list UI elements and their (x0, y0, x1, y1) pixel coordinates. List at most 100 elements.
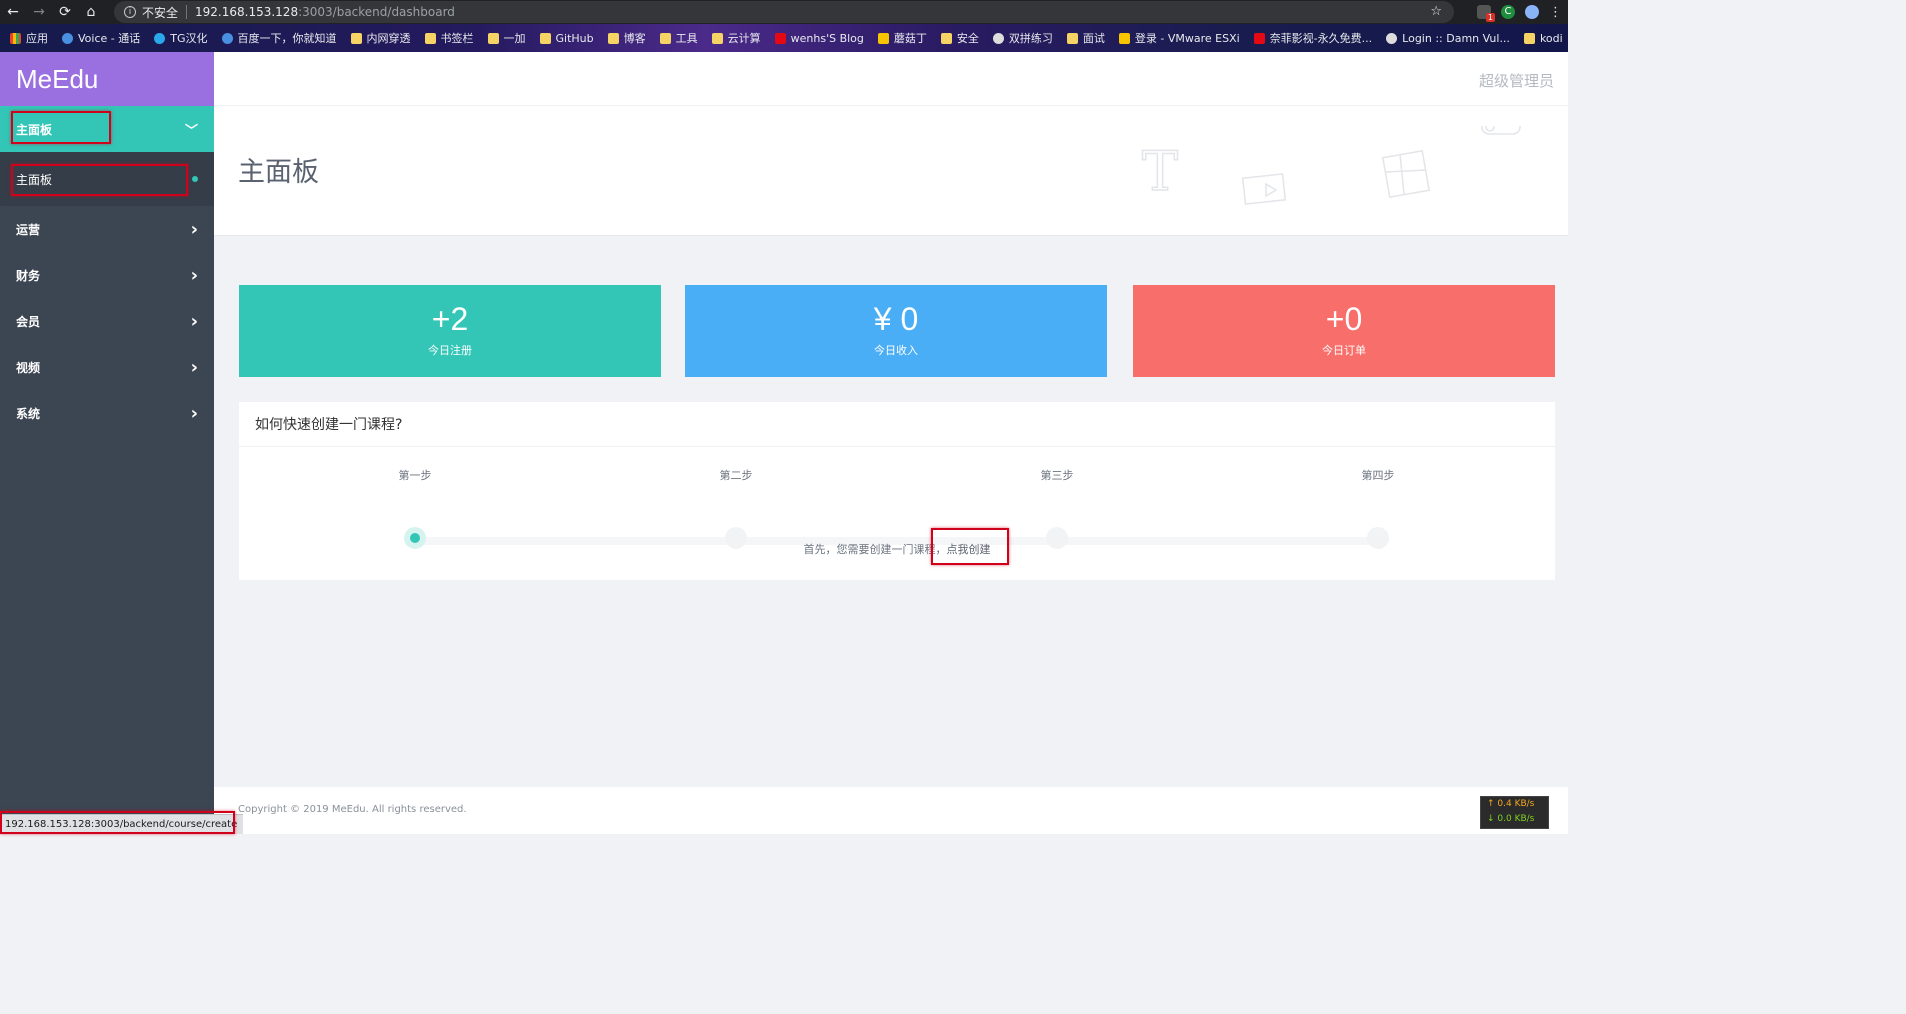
page-footer: Copyright © 2019 MeEdu. All rights reser… (214, 787, 1568, 834)
address-bar[interactable]: i 不安全 192.168.153.128:3003/backend/dashb… (114, 1, 1454, 23)
svg-text:T: T (1142, 140, 1178, 203)
bookmark-label: 云计算 (727, 32, 761, 45)
sidebar-group-label: 系统 (16, 406, 41, 421)
admin-user-menu[interactable]: 超级管理员 (1479, 70, 1554, 91)
stat-label: 今日收入 (874, 344, 918, 357)
bookmark-folder-icon (774, 32, 786, 44)
create-course-link[interactable]: 点我创建 (947, 543, 991, 556)
bookmark-item[interactable]: 百度一下，你就知道 (221, 30, 337, 46)
bookmarks-bar: 应用 Voice - 通话 TG汉化 百度一下，你就知道 内网穿透 书签栏 一加 GitHub… (0, 24, 1568, 52)
sidebar-group-item[interactable]: 系统 › (0, 390, 214, 436)
bookmark-folder-icon (1253, 32, 1265, 44)
home-icon[interactable]: ⌂ (78, 0, 104, 24)
bookmark-item[interactable]: 双拼练习 (992, 30, 1053, 46)
extension-c-icon[interactable]: C (1501, 5, 1515, 19)
security-label[interactable]: 不安全 (142, 4, 178, 21)
bookmark-folder-icon (62, 32, 73, 44)
bookmark-star-icon[interactable]: ☆ (1430, 4, 1442, 19)
reload-icon[interactable]: ⟳ (52, 0, 78, 24)
bookmark-item[interactable]: Login :: Damn Vul... (1386, 32, 1510, 45)
bookmark-item[interactable]: wenhs'S Blog (774, 31, 864, 45)
bookmark-item[interactable]: 安全 (940, 30, 979, 46)
bookmark-folder-icon (424, 32, 436, 44)
bookmark-folder-icon (1386, 32, 1398, 44)
bookmark-item[interactable]: 云计算 (711, 30, 761, 46)
bookmark-label: Voice - 通话 (78, 32, 141, 45)
bookmark-item[interactable]: 书签栏 (424, 30, 474, 46)
bookmark-item[interactable]: TG汉化 (154, 30, 208, 46)
chevron-right-icon: › (190, 310, 198, 332)
bookmark-item[interactable]: 应用 (10, 30, 48, 46)
stat-value: +0 (1325, 301, 1363, 337)
bookmark-label: 百度一下，你就知道 (237, 32, 337, 45)
chevron-right-icon: › (190, 402, 198, 424)
bookmark-item[interactable]: 博客 (607, 30, 646, 46)
quick-start-card: 如何快速创建一门课程? 第一步 第二步 第三步 第四步 首先，您需要创建一门课程，点我… (239, 402, 1555, 580)
bookmark-folder-icon (940, 32, 952, 44)
active-dot-icon (192, 176, 198, 182)
stat-label: 今日订单 (1322, 344, 1366, 357)
url-host[interactable]: 192.168.153.128 (195, 5, 298, 19)
bookmark-folder-icon (350, 32, 362, 44)
bookmark-folder-icon (221, 32, 233, 44)
bookmark-label: 书签栏 (440, 32, 474, 45)
sidebar-item-label: 主面板 (16, 172, 53, 187)
info-icon[interactable]: i (124, 6, 136, 18)
bookmark-item[interactable]: 一加 (487, 30, 526, 46)
top-header: 超级管理员 (214, 52, 1568, 106)
stat-value: +2 (431, 301, 469, 337)
step-label: 第四步 (1361, 469, 1395, 482)
sidebar-group-item[interactable]: 会员 › (0, 298, 214, 344)
extensions-area: 1 C ⋮ (1477, 0, 1568, 24)
sidebar-group-item[interactable]: 财务 › (0, 252, 214, 298)
extension-icon[interactable]: 1 (1477, 5, 1495, 22)
card-title: 如何快速创建一门课程? (239, 402, 1555, 447)
chevron-down-icon: ﹀ (184, 123, 198, 139)
bookmark-label: 应用 (26, 32, 48, 45)
decorative-illustration: T (1141, 126, 1521, 205)
bookmark-label: 双拼练习 (1008, 32, 1053, 45)
bookmark-label: 内网穿透 (366, 32, 411, 45)
browser-toolbar: ← → ⟳ ⌂ i 不安全 192.168.153.128:3003/backe… (0, 0, 1568, 24)
sidebar-group-label: 视频 (16, 360, 41, 375)
bookmark-label: wenhs'S Blog (790, 31, 864, 45)
stat-card-registrations: +2 今日注册 (239, 285, 661, 377)
sidebar: MeEdu 主面板 ﹀ 主面板 运营 › 财务 › 会员 › 视频 › 系统 › (0, 52, 214, 834)
bookmark-folder-icon (487, 32, 499, 44)
bookmark-label: 登录 - VMware ESXi (1134, 32, 1240, 45)
bookmark-item[interactable]: 内网穿透 (350, 30, 411, 46)
bookmark-label: 蘑菇丁 (893, 32, 927, 45)
bookmark-item[interactable]: kodi (1523, 32, 1563, 45)
back-arrow-icon[interactable]: ← (0, 0, 26, 24)
bookmark-folder-icon (1523, 32, 1535, 44)
bookmark-item[interactable]: 工具 (659, 30, 698, 46)
sidebar-item-dashboard[interactable]: 主面板 (0, 152, 214, 206)
bookmark-item[interactable]: Voice - 通话 (62, 30, 140, 46)
url-path[interactable]: :3003/backend/dashboard (298, 5, 455, 19)
sidebar-group-dashboard[interactable]: 主面板 ﹀ (0, 106, 214, 152)
bookmark-item[interactable]: 奈菲影视-永久免费... (1253, 30, 1372, 46)
page-title-band: 主面板 T (214, 106, 1568, 236)
stat-card-revenue: ¥ 0 今日收入 (685, 285, 1107, 377)
steps-progress: 第一步 第二步 第三步 第四步 (239, 447, 1555, 580)
forward-arrow-icon[interactable]: → (26, 0, 52, 24)
sidebar-group-label: 财务 (16, 268, 41, 283)
sidebar-group-item[interactable]: 运营 › (0, 206, 214, 252)
bookmark-folder-icon (877, 32, 889, 44)
sidebar-group-item[interactable]: 视频 › (0, 344, 214, 390)
stat-label: 今日注册 (428, 344, 472, 357)
sidebar-group-label: 运营 (16, 222, 41, 237)
bookmark-item[interactable]: 蘑菇丁 (877, 30, 927, 46)
bookmark-label: 博客 (623, 32, 646, 45)
bookmark-folder-icon (154, 32, 166, 44)
bookmark-item[interactable]: 登录 - VMware ESXi (1118, 30, 1240, 46)
bookmark-label: 工具 (675, 32, 698, 45)
profile-avatar-icon[interactable] (1525, 5, 1539, 19)
bookmark-folder-icon (659, 32, 671, 44)
brand-logo[interactable]: MeEdu (0, 52, 214, 106)
bookmark-item[interactable]: 面试 (1066, 30, 1105, 46)
browser-menu-icon[interactable]: ⋮ (1549, 5, 1562, 20)
stat-value: ¥ 0 (873, 301, 919, 337)
bookmark-item[interactable]: GitHub (539, 32, 594, 45)
download-speed: ↓ 0.0 KB/s (1487, 814, 1535, 824)
